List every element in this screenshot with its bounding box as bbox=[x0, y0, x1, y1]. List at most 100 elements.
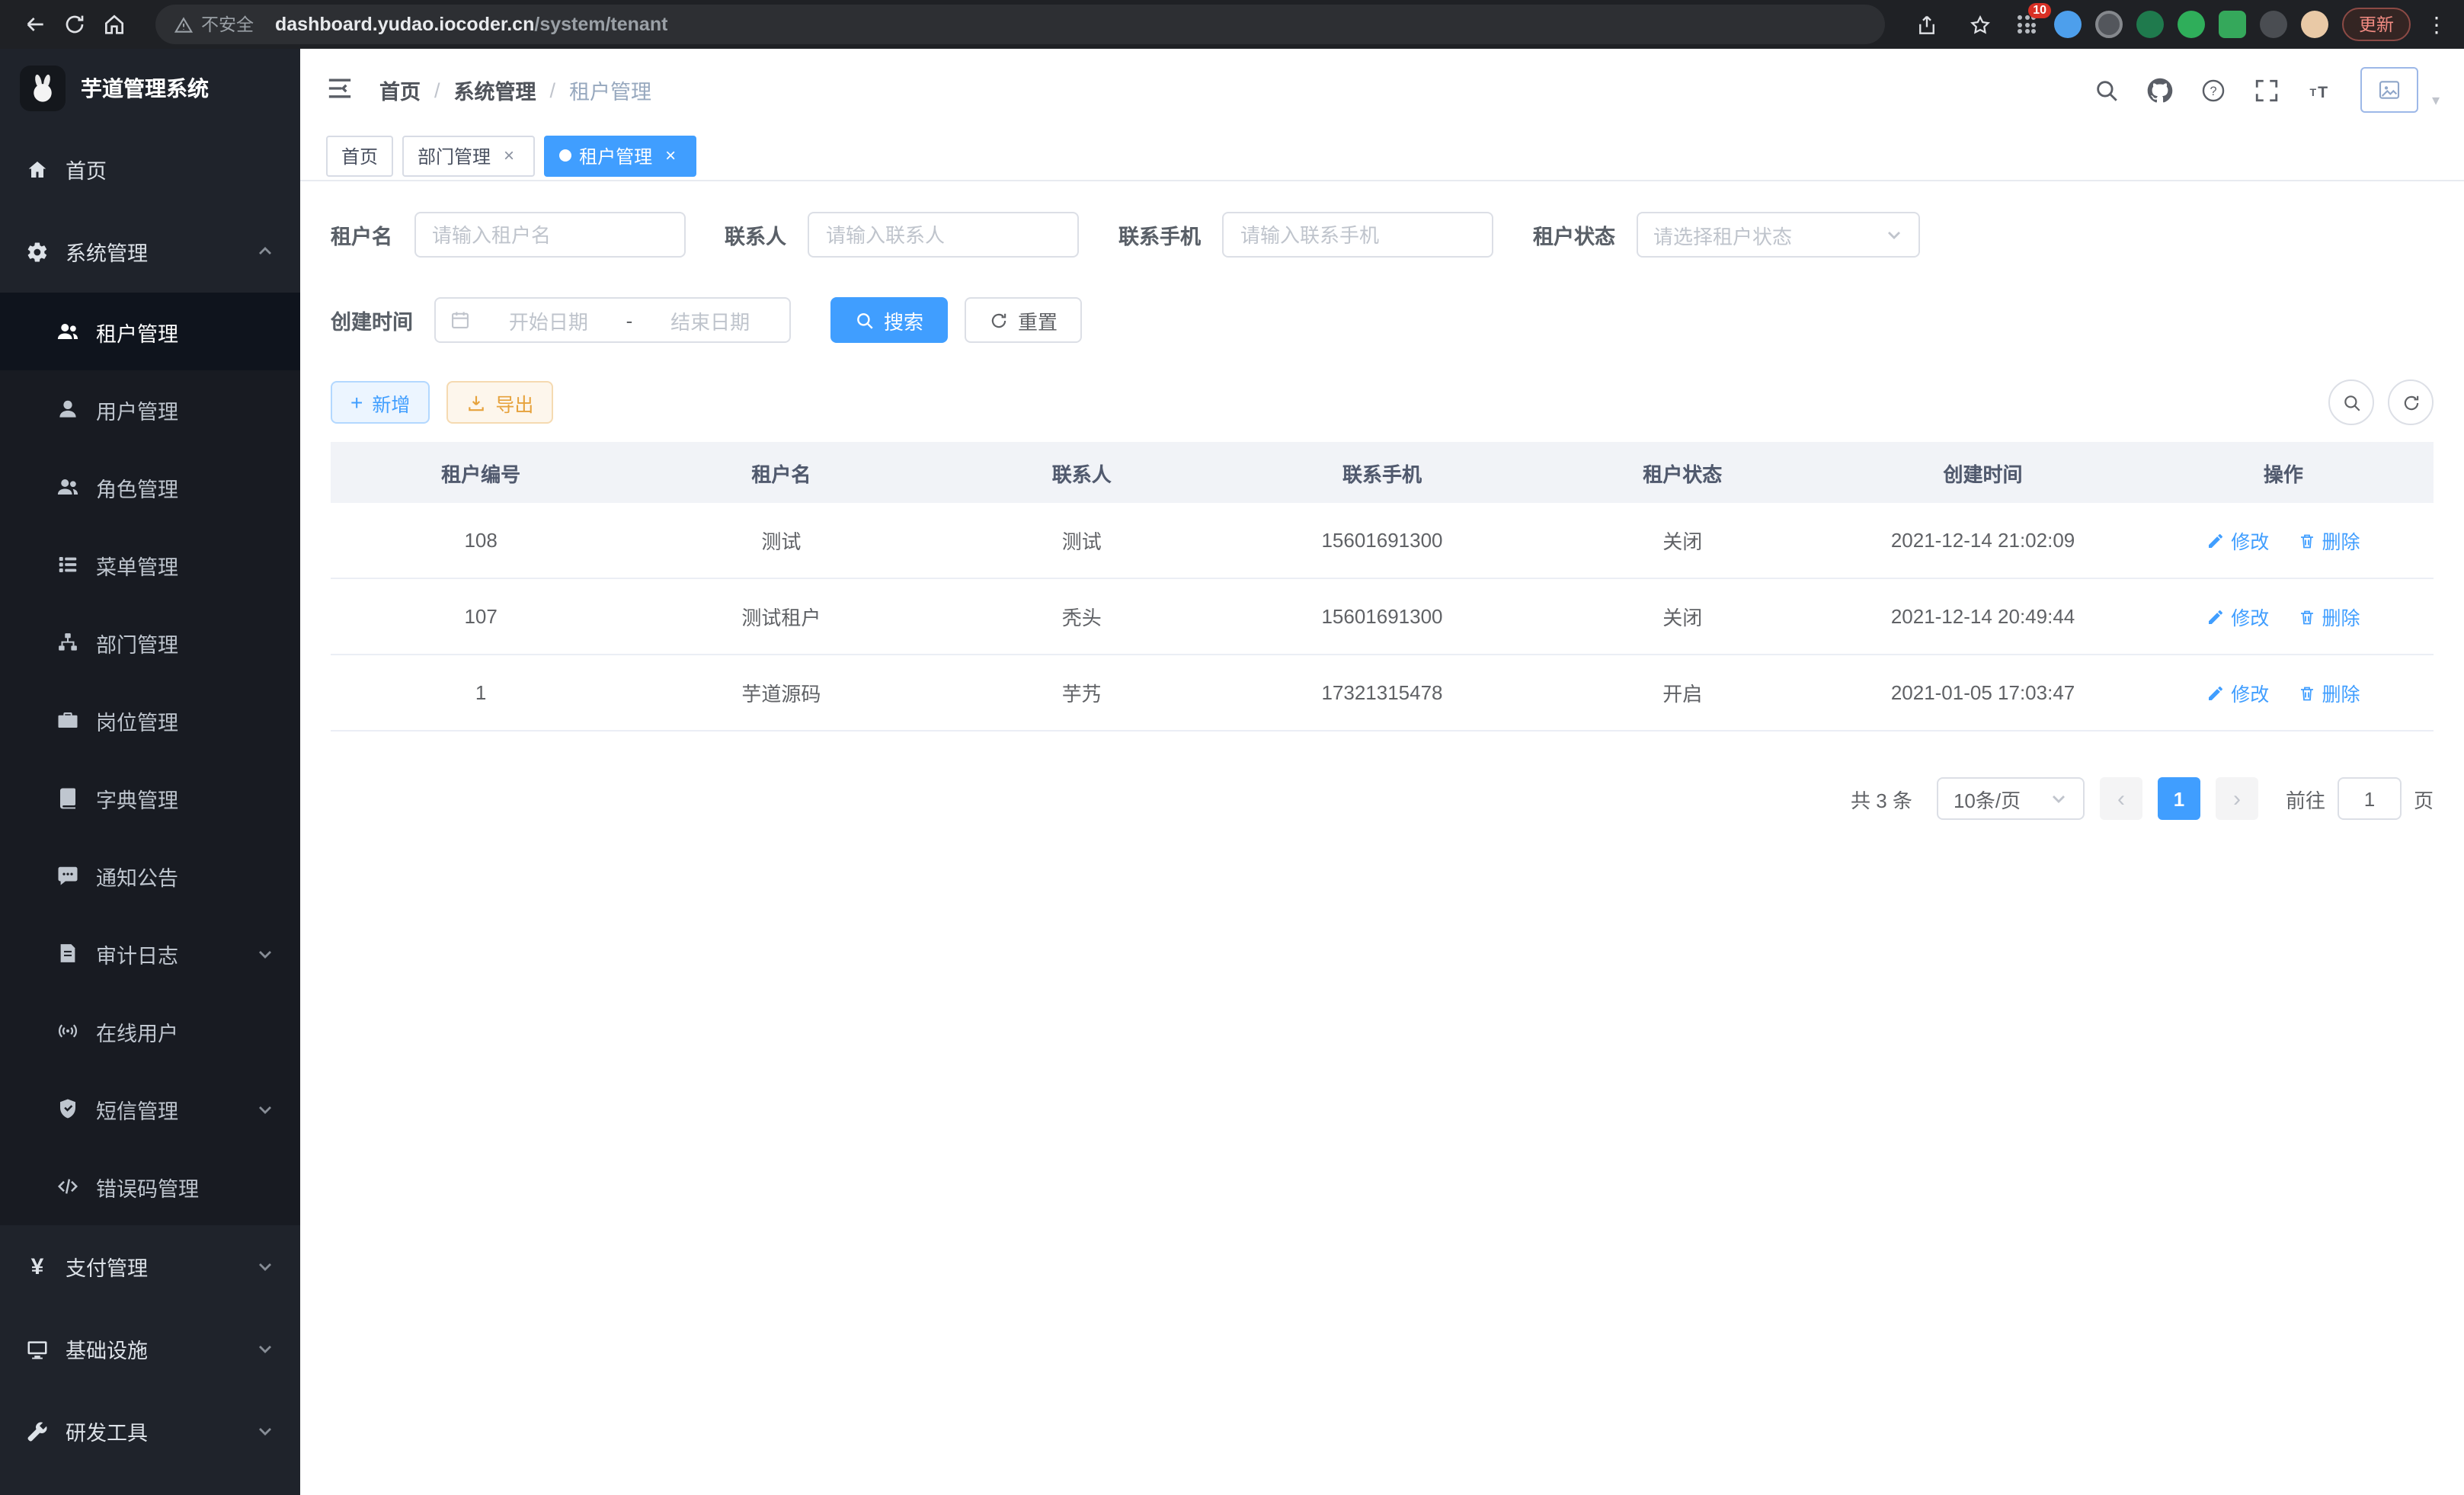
export-button[interactable]: 导出 bbox=[446, 381, 553, 424]
reset-button[interactable]: 重置 bbox=[965, 297, 1082, 343]
extension-green-icon[interactable] bbox=[2178, 11, 2205, 38]
refresh-icon bbox=[989, 310, 1009, 330]
sidebar-item-role-management[interactable]: 角色管理 bbox=[0, 448, 300, 526]
cell-phone: 15601691300 bbox=[1232, 578, 1532, 655]
tag-label: 租户管理 bbox=[579, 142, 652, 168]
page-content: 租户名 联系人 联系手机 租户状态 请选择租户状态 bbox=[300, 181, 2464, 1495]
edit-label: 修改 bbox=[2231, 678, 2269, 707]
breadcrumb-home[interactable]: 首页 bbox=[379, 75, 421, 105]
contact-field: 联系人 bbox=[725, 212, 1079, 258]
app-title: 芋道管理系统 bbox=[81, 73, 209, 104]
table-row: 1 芋道源码 芋艿 17321315478 开启 2021-01-05 17:0… bbox=[331, 655, 2434, 731]
page-1-button[interactable]: 1 bbox=[2158, 777, 2200, 820]
sidebar-item-audit-log[interactable]: 审计日志 bbox=[0, 914, 300, 992]
sidebar-item-payment[interactable]: ¥ 支付管理 bbox=[0, 1225, 300, 1308]
breadcrumb-system[interactable]: 系统管理 bbox=[454, 75, 536, 105]
extension-green-square-icon[interactable] bbox=[2219, 11, 2246, 38]
tag-dept-management[interactable]: 部门管理 × bbox=[402, 135, 535, 176]
fullscreen-icon[interactable] bbox=[2254, 76, 2281, 104]
sidebar-item-menu-management[interactable]: 菜单管理 bbox=[0, 526, 300, 603]
tag-tenant-management[interactable]: 租户管理 × bbox=[544, 135, 696, 176]
extension-grid-icon[interactable]: 10 bbox=[2013, 11, 2040, 38]
chevron-down-icon bbox=[2050, 789, 2068, 808]
sidebar-item-infrastructure[interactable]: 基础设施 bbox=[0, 1308, 300, 1390]
sidebar-item-user-management[interactable]: 用户管理 bbox=[0, 370, 300, 448]
status-select[interactable]: 请选择租户状态 bbox=[1637, 212, 1920, 258]
next-page-button[interactable]: › bbox=[2216, 777, 2258, 820]
cell-tenant-name: 测试 bbox=[631, 503, 931, 578]
edit-link[interactable]: 修改 bbox=[2206, 526, 2269, 555]
sidebar-item-system-management[interactable]: 系统管理 bbox=[0, 210, 300, 293]
sidebar-item-notice[interactable]: 通知公告 bbox=[0, 837, 300, 914]
sidebar-item-dict-management[interactable]: 字典管理 bbox=[0, 759, 300, 837]
browser-chrome: 不安全 dashboard.yudao.iocoder.cn/system/te… bbox=[0, 0, 2464, 49]
main-area: 首页 / 系统管理 / 租户管理 ? TT ▾ bbox=[300, 49, 2464, 1495]
briefcase-icon bbox=[56, 709, 79, 731]
extension-tan-icon[interactable] bbox=[2301, 11, 2328, 38]
yen-icon: ¥ bbox=[26, 1253, 49, 1279]
status-field: 租户状态 请选择租户状态 bbox=[1533, 212, 1920, 258]
share-icon[interactable] bbox=[1906, 5, 1946, 44]
extension-blue-icon[interactable] bbox=[2054, 11, 2082, 38]
toggle-search-button[interactable] bbox=[2328, 379, 2374, 425]
url-bar[interactable]: 不安全 dashboard.yudao.iocoder.cn/system/te… bbox=[155, 5, 1885, 44]
menu-list-icon bbox=[56, 553, 79, 576]
refresh-table-button[interactable] bbox=[2388, 379, 2434, 425]
page-size-select[interactable]: 10条/页 bbox=[1937, 777, 2085, 820]
sidebar-item-error-code-management[interactable]: 错误码管理 bbox=[0, 1148, 300, 1225]
browser-reload-icon[interactable] bbox=[55, 5, 94, 44]
tag-label: 部门管理 bbox=[418, 142, 491, 168]
tag-home[interactable]: 首页 bbox=[326, 135, 393, 176]
contact-input[interactable] bbox=[808, 212, 1079, 258]
edit-link[interactable]: 修改 bbox=[2206, 602, 2269, 631]
bookmark-star-icon[interactable] bbox=[1960, 5, 1999, 44]
cell-status: 开启 bbox=[1532, 655, 1832, 731]
browser-menu-icon[interactable]: ⋮ bbox=[2424, 11, 2449, 37]
cell-tenant-id: 107 bbox=[331, 578, 631, 655]
close-icon[interactable]: × bbox=[498, 145, 520, 166]
edit-label: 修改 bbox=[2231, 602, 2269, 631]
sidebar-item-home[interactable]: 首页 bbox=[0, 128, 300, 210]
cell-created: 2021-12-14 21:02:09 bbox=[1832, 503, 2133, 578]
github-icon[interactable] bbox=[2147, 76, 2174, 104]
update-label: 更新 bbox=[2359, 12, 2394, 37]
sidebar-collapse-icon[interactable] bbox=[325, 73, 358, 107]
cell-contact: 芋艿 bbox=[932, 655, 1232, 731]
delete-link[interactable]: 删除 bbox=[2297, 526, 2360, 555]
caret-down-icon[interactable]: ▾ bbox=[2432, 93, 2440, 110]
sidebar-item-post-management[interactable]: 岗位管理 bbox=[0, 681, 300, 759]
avatar[interactable] bbox=[2360, 67, 2418, 113]
browser-back-icon[interactable] bbox=[15, 5, 55, 44]
goto-page-input[interactable] bbox=[2338, 777, 2402, 820]
close-icon[interactable]: × bbox=[660, 145, 681, 166]
delete-link[interactable]: 删除 bbox=[2297, 678, 2360, 707]
edit-link[interactable]: 修改 bbox=[2206, 678, 2269, 707]
browser-home-icon[interactable] bbox=[94, 5, 134, 44]
add-button[interactable]: + 新增 bbox=[331, 381, 430, 424]
help-icon[interactable]: ? bbox=[2200, 76, 2228, 104]
browser-update-button[interactable]: 更新 bbox=[2342, 8, 2411, 41]
phone-input[interactable] bbox=[1222, 212, 1493, 258]
sidebar-item-online-users[interactable]: 在线用户 bbox=[0, 992, 300, 1070]
wrench-icon bbox=[26, 1420, 49, 1442]
search-button[interactable]: 搜索 bbox=[830, 297, 948, 343]
url-domain: dashboard.yudao.iocoder.cn bbox=[275, 14, 534, 35]
sidebar-item-dept-management[interactable]: 部门管理 bbox=[0, 603, 300, 681]
search-icon[interactable] bbox=[2094, 76, 2121, 104]
font-size-icon[interactable]: TT bbox=[2307, 76, 2334, 104]
extension-ring-icon[interactable] bbox=[2095, 11, 2123, 38]
delete-link[interactable]: 删除 bbox=[2297, 602, 2360, 631]
cell-actions: 修改 删除 bbox=[2133, 578, 2434, 655]
tenant-name-input[interactable] bbox=[414, 212, 685, 258]
chevron-up-icon bbox=[256, 242, 274, 261]
extension-dark-green-icon[interactable] bbox=[2136, 11, 2164, 38]
sidebar-item-tenant-management[interactable]: 租户管理 bbox=[0, 293, 300, 370]
extension-puzzle-icon[interactable] bbox=[2260, 11, 2287, 38]
date-range-picker[interactable]: 开始日期 - 结束日期 bbox=[434, 297, 791, 343]
security-chip[interactable]: 不安全 bbox=[174, 12, 254, 37]
reset-button-label: 重置 bbox=[1018, 306, 1058, 335]
sidebar-item-sms-management[interactable]: 短信管理 bbox=[0, 1070, 300, 1148]
prev-page-button[interactable]: ‹ bbox=[2100, 777, 2142, 820]
chevron-down-icon bbox=[256, 944, 274, 962]
sidebar-item-dev-tools[interactable]: 研发工具 bbox=[0, 1390, 300, 1472]
